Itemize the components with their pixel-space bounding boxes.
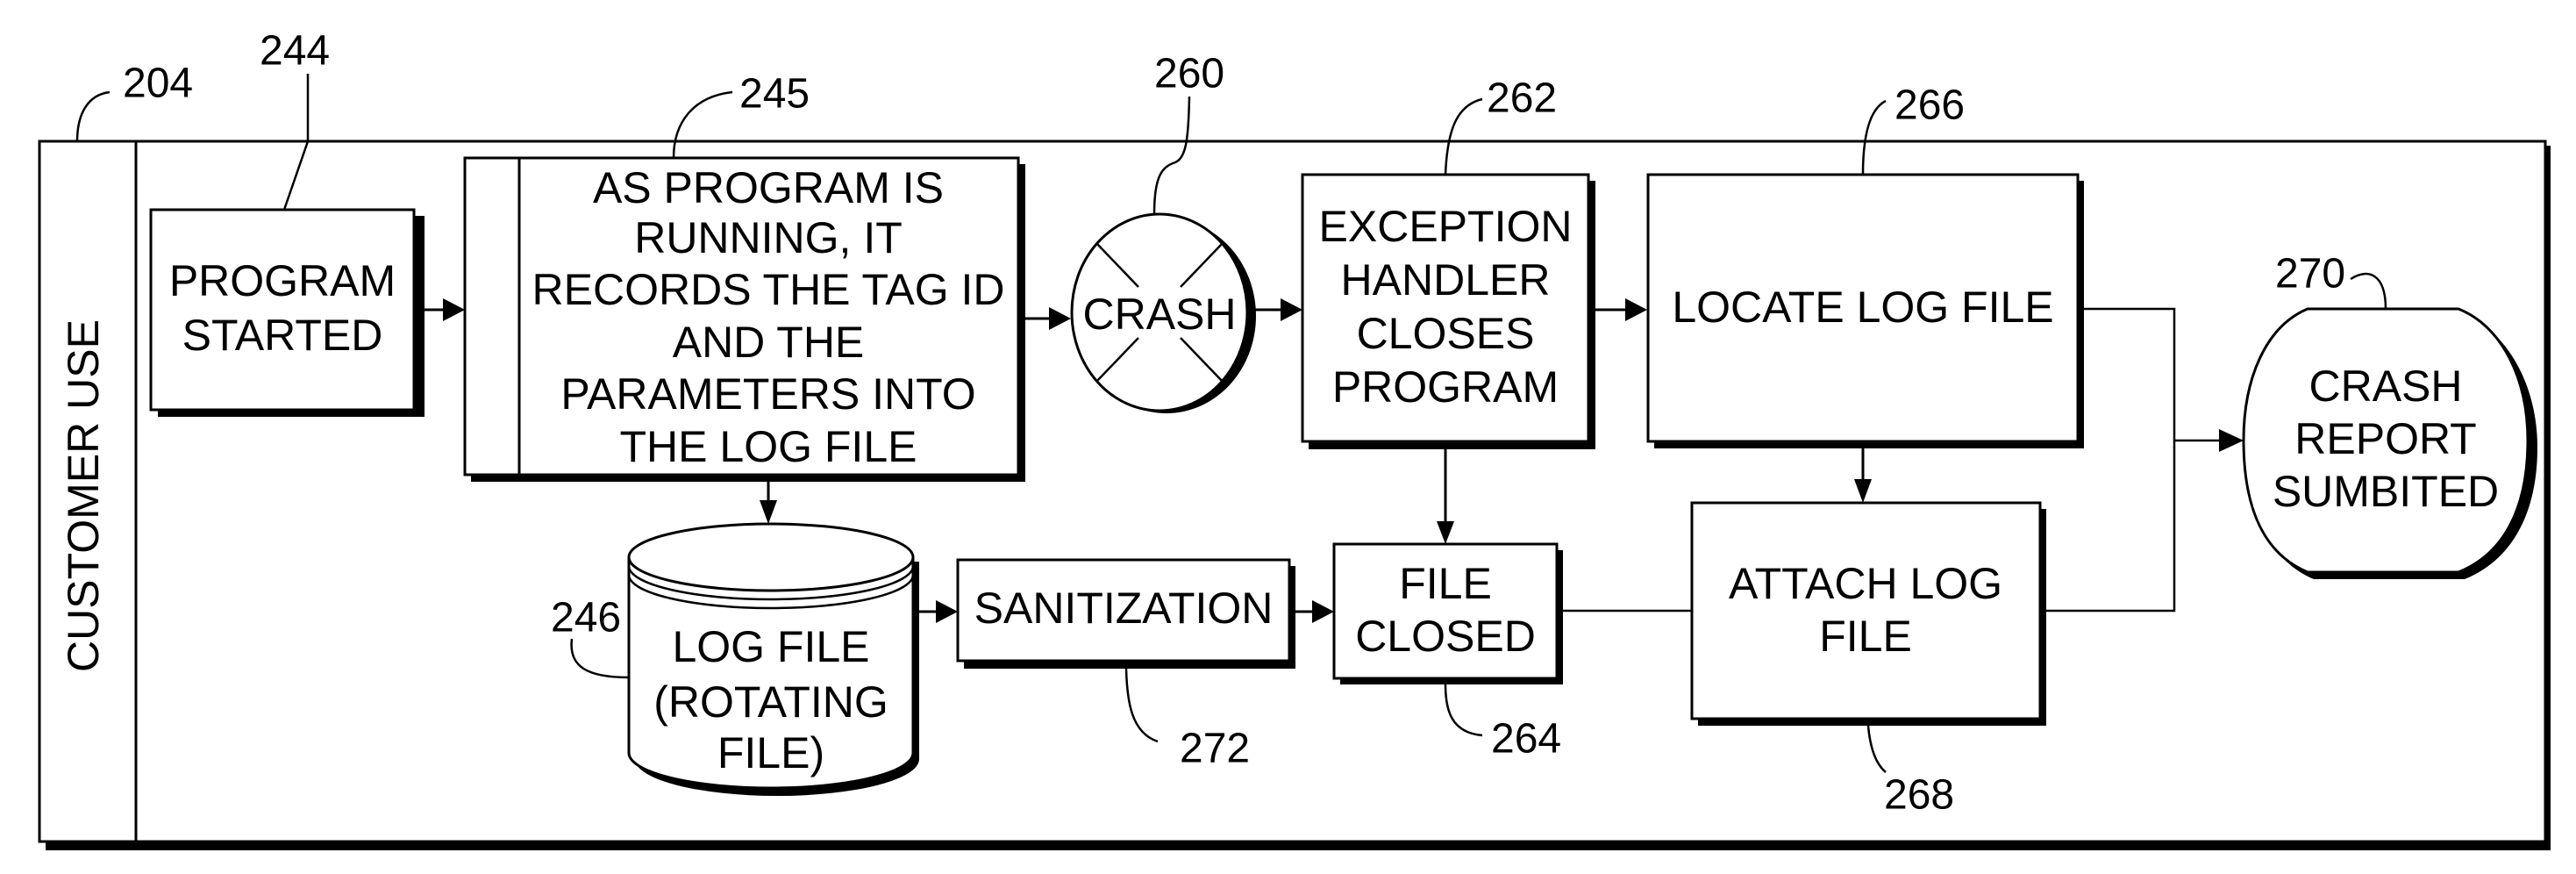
ref-label-272: 272	[1180, 726, 1250, 772]
ref-204: 204	[75, 61, 193, 142]
record-log-line-3: RECORDS THE TAG ID	[532, 265, 1005, 314]
attach-log-line-1: ATTACH LOG	[1729, 559, 2002, 608]
ref-label-264: 264	[1491, 716, 1561, 763]
sanitization-line-1: SANITIZATION	[974, 584, 1274, 633]
log-file-line-1: LOG FILE	[672, 622, 869, 671]
exception-handler-line-3: CLOSES	[1357, 309, 1535, 358]
locate-log-line-1: LOCATE LOG FILE	[1672, 283, 2053, 332]
log-file-line-2: (ROTATING	[653, 677, 888, 727]
flow-diagram: CUSTOMER USE 204 PROGRAM STARTED 244 AS …	[38, 28, 2551, 850]
ref-label-266: 266	[1895, 82, 1965, 129]
crash-report-line-1: CRASH	[2308, 362, 2462, 411]
file-closed-line-2: CLOSED	[1355, 612, 1536, 661]
program-started-line-1: PROGRAM	[169, 256, 396, 305]
record-log-line-5: PARAMETERS INTO	[560, 369, 975, 419]
lane-label: CUSTOMER USE	[59, 319, 108, 672]
ref-label-246: 246	[551, 595, 621, 641]
ref-label-260: 260	[1154, 51, 1224, 97]
attach-log-box	[1690, 501, 2042, 720]
node-record-log: AS PROGRAM IS RUNNING, IT RECORDS THE TA…	[463, 71, 1025, 482]
ref-label-270: 270	[2275, 251, 2345, 297]
log-file-line-3: FILE)	[717, 728, 824, 777]
crash-report-line-2: REPORT	[2294, 414, 2476, 463]
log-file-top	[627, 522, 915, 592]
ref-label-204: 204	[123, 61, 193, 107]
crash-report-line-3: SUMBITED	[2273, 467, 2499, 516]
node-locate-log: LOCATE LOG FILE 266	[1646, 82, 2084, 448]
program-started-box	[149, 208, 416, 412]
record-log-line-6: THE LOG FILE	[620, 422, 917, 471]
ref-label-244: 244	[260, 28, 330, 75]
record-log-line-1: AS PROGRAM IS	[593, 163, 944, 212]
leader-204	[75, 90, 111, 142]
crash-label: CRASH	[1082, 290, 1236, 339]
ref-label-268: 268	[1884, 772, 1954, 819]
record-log-line-4: AND THE	[673, 318, 865, 367]
node-exception-handler: EXCEPTION HANDLER CLOSES PROGRAM 262	[1301, 75, 1595, 449]
exception-handler-line-2: HANDLER	[1341, 255, 1551, 304]
ref-label-245: 245	[739, 71, 810, 118]
record-log-line-2: RUNNING, IT	[634, 213, 903, 262]
attach-log-line-2: FILE	[1819, 612, 1912, 661]
ref-label-262: 262	[1487, 75, 1557, 122]
exception-handler-line-4: PROGRAM	[1332, 362, 1559, 412]
program-started-line-2: STARTED	[182, 311, 383, 360]
file-closed-line-1: FILE	[1399, 559, 1492, 608]
exception-handler-line-1: EXCEPTION	[1319, 202, 1573, 251]
